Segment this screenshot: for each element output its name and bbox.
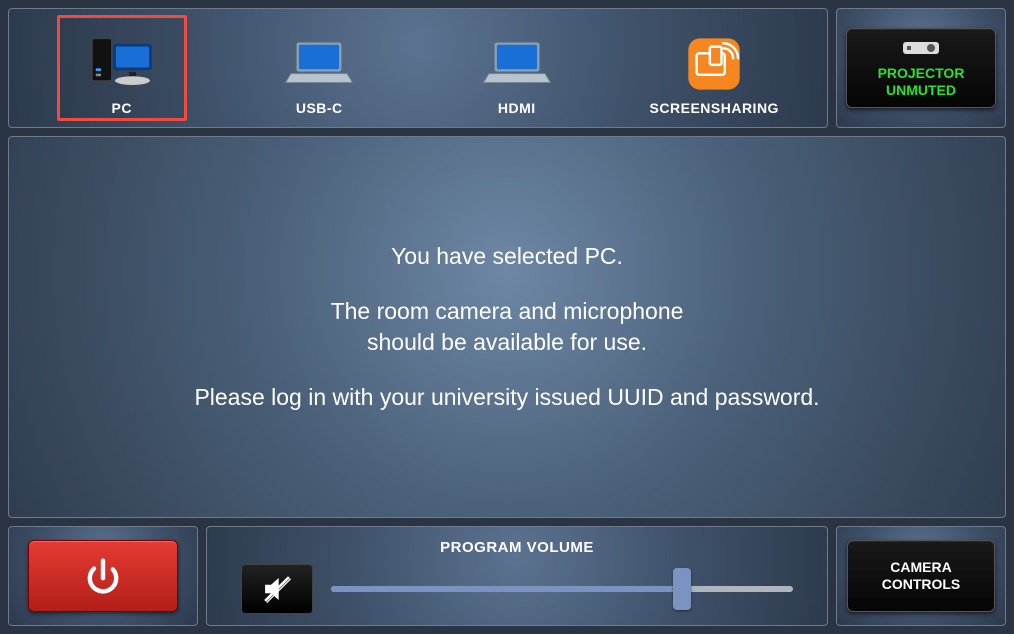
power-panel	[8, 526, 198, 626]
info-panel: You have selected PC. The room camera an…	[8, 136, 1006, 518]
source-select-panel: PC USB-C HDMI	[8, 8, 828, 128]
mute-button[interactable]	[241, 564, 313, 614]
projector-mute-button[interactable]: PROJECTOR UNMUTED	[846, 28, 996, 108]
source-label: USB-C	[296, 100, 343, 116]
laptop-icon	[482, 31, 552, 97]
source-label: PC	[112, 100, 132, 116]
camera-panel: CAMERA CONTROLS	[836, 526, 1006, 626]
power-button[interactable]	[28, 540, 178, 612]
camera-button-label: CAMERA CONTROLS	[882, 559, 961, 593]
volume-controls	[241, 564, 793, 614]
camera-controls-button[interactable]: CAMERA CONTROLS	[847, 540, 995, 612]
volume-slider[interactable]	[331, 569, 793, 609]
projector-panel: PROJECTOR UNMUTED	[836, 8, 1006, 128]
bottom-row: PROGRAM VOLUME CAMERA CONTROLS	[8, 526, 1006, 626]
slider-thumb[interactable]	[673, 568, 691, 610]
power-icon	[81, 554, 125, 598]
projector-status: PROJECTOR UNMUTED	[878, 65, 965, 97]
pc-icon	[87, 31, 157, 97]
source-label: SCREENSHARING	[650, 100, 779, 116]
volume-title: PROGRAM VOLUME	[440, 539, 594, 556]
source-pc[interactable]: PC	[57, 15, 187, 121]
info-line-2: The room camera and microphone should be…	[331, 296, 684, 358]
laptop-icon	[284, 31, 354, 97]
source-hdmi[interactable]: HDMI	[452, 15, 582, 121]
source-label: HDMI	[498, 100, 536, 116]
source-screensharing[interactable]: SCREENSHARING	[649, 15, 779, 121]
volume-panel: PROGRAM VOLUME	[206, 526, 828, 626]
info-line-3: Please log in with your university issue…	[194, 382, 819, 413]
projector-icon	[901, 38, 941, 63]
screenshare-icon	[679, 31, 749, 97]
info-line-1: You have selected PC.	[391, 241, 623, 272]
top-row: PC USB-C HDMI	[8, 8, 1006, 128]
speaker-muted-icon	[260, 572, 294, 606]
slider-fill	[331, 586, 682, 592]
source-usbc[interactable]: USB-C	[254, 15, 384, 121]
